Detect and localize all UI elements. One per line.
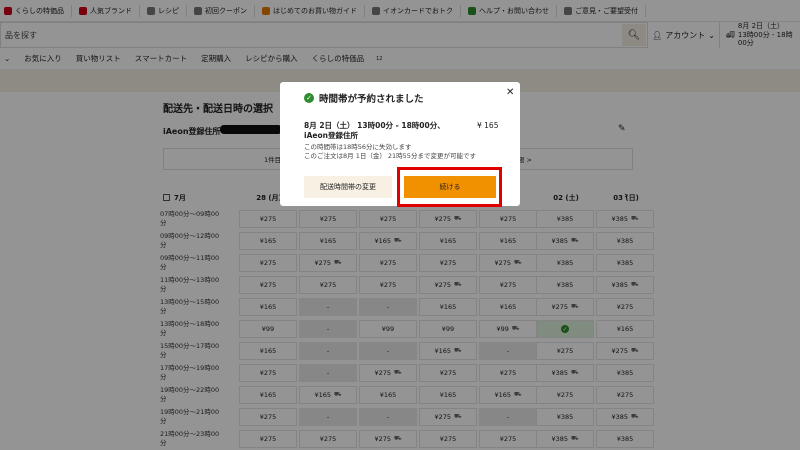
reserved-slot-text: 8月 2日（土） 13時00分 - 18時00分、iAeon登録住所 bbox=[304, 121, 445, 141]
change-deadline-note: このご注文は8月 1日（金） 21時55分まで変更が可能です bbox=[304, 152, 476, 160]
modal-backdrop[interactable] bbox=[0, 0, 800, 450]
close-icon[interactable]: ✕ bbox=[506, 87, 514, 98]
slot-price: ¥ 165 bbox=[477, 121, 499, 130]
dialog-header: ✓ 時間帯が予約されました bbox=[304, 91, 424, 105]
dialog-title: 時間帯が予約されました bbox=[319, 94, 424, 105]
check-circle-icon: ✓ bbox=[304, 93, 314, 103]
highlight-box bbox=[397, 167, 502, 207]
change-slot-button[interactable]: 配送時間帯の変更 bbox=[304, 176, 392, 198]
